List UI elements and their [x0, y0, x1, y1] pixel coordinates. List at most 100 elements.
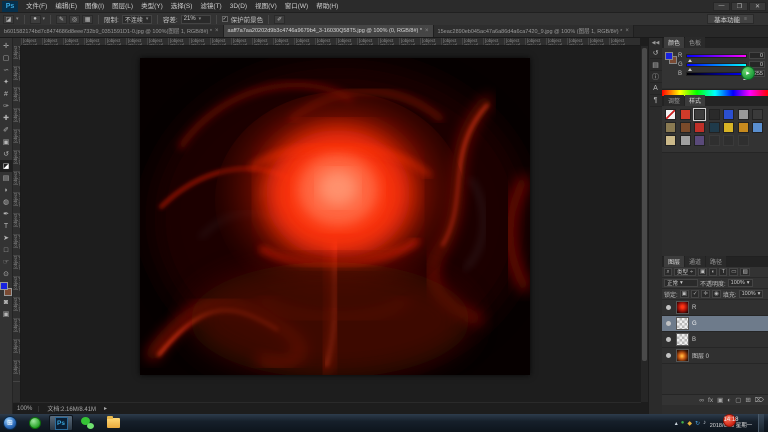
style-swatch[interactable]	[665, 135, 676, 146]
menu-item[interactable]: 3D(D)	[226, 0, 251, 13]
layer-effects-icon[interactable]: fx	[708, 397, 713, 404]
brush-tool[interactable]: ✐	[0, 124, 13, 136]
quick-selection-tool[interactable]: ✦	[0, 76, 13, 88]
menu-item[interactable]: 图像(I)	[81, 0, 108, 13]
style-swatch[interactable]	[708, 135, 720, 146]
new-layer-icon[interactable]: ⊞	[745, 396, 750, 404]
hand-tool[interactable]: ☞	[0, 256, 13, 268]
document-tab[interactable]: 15eac2890eb045ac47a6a86d4a6ca7420_9.jpg …	[433, 25, 634, 37]
close-icon[interactable]: ×	[625, 28, 629, 34]
taskbar-app-explorer[interactable]	[101, 415, 125, 431]
info-panel-icon[interactable]: ⓘ	[649, 71, 662, 83]
style-swatch[interactable]	[737, 135, 749, 146]
sampling-once-icon[interactable]: ◎	[69, 14, 81, 24]
clone-stamp-tool[interactable]: ▣	[0, 136, 13, 148]
properties-panel-icon[interactable]: ▤	[649, 59, 662, 71]
lock-pixels-icon[interactable]: ✓	[690, 290, 700, 298]
taskbar-app-wechat[interactable]	[75, 415, 99, 431]
protect-foreground-checkbox[interactable]: ✓	[221, 16, 228, 22]
sampling-continuous-icon[interactable]: ✎	[56, 14, 68, 24]
channel-slider[interactable]	[686, 53, 747, 62]
layer-mask-icon[interactable]: ▣	[717, 396, 723, 404]
tray-icon[interactable]: ▴	[675, 420, 678, 427]
tray-icon[interactable]: ●	[681, 420, 685, 426]
document-tab[interactable]: b601582174bd7c8474686d8eee732b9_0351591D…	[0, 25, 224, 37]
shape-tool[interactable]: □	[0, 244, 13, 256]
expand-panels-icon[interactable]: ◀◀	[652, 40, 660, 46]
menu-item[interactable]: 编辑(E)	[51, 0, 81, 13]
blur-tool[interactable]: ◗	[0, 184, 13, 196]
filter-kind-dropdown[interactable]: 类型 ÷	[674, 268, 697, 276]
fill-field[interactable]: 100% ▾	[738, 290, 764, 298]
paragraph-panel-icon[interactable]: ¶	[649, 95, 662, 107]
opacity-field[interactable]: 100% ▾	[727, 279, 753, 287]
status-options-arrow[interactable]: ▸	[104, 405, 107, 412]
style-swatch[interactable]	[679, 122, 691, 133]
taskbar-app-360[interactable]	[23, 415, 47, 431]
style-swatch[interactable]	[693, 108, 707, 121]
menu-item[interactable]: 帮助(H)	[312, 0, 342, 13]
canvas-image[interactable]	[140, 58, 533, 378]
adjustment-layer-icon[interactable]: ◐	[727, 397, 731, 404]
channel-slider[interactable]	[686, 71, 748, 80]
style-swatch[interactable]	[723, 135, 735, 146]
show-desktop-button[interactable]	[758, 414, 764, 432]
search-icon[interactable]: ⌕	[664, 268, 672, 276]
style-swatch[interactable]	[708, 122, 720, 133]
layer-visibility-icon[interactable]	[666, 321, 671, 326]
taskbar-clock[interactable]: 14:18 2018/6/18 星期一	[709, 413, 753, 430]
layer-thumbnail[interactable]	[676, 349, 689, 362]
menu-item[interactable]: 视图(V)	[251, 0, 281, 13]
panel-tab[interactable]: 色板	[685, 37, 706, 48]
menu-item[interactable]: 选择(S)	[167, 0, 197, 13]
move-tool[interactable]: ✛	[0, 40, 13, 52]
minimize-button[interactable]: —	[713, 1, 730, 11]
layer-name[interactable]: 图层 0	[692, 351, 709, 360]
tray-icon[interactable]: ♪	[703, 420, 706, 426]
scrollbar-thumb[interactable]	[642, 48, 647, 362]
history-brush-tool[interactable]: ↺	[0, 148, 13, 160]
taskbar-app-photoshop[interactable]: Ps	[49, 415, 73, 431]
menu-item[interactable]: 滤镜(T)	[196, 0, 225, 13]
healing-brush-tool[interactable]: ✚	[0, 112, 13, 124]
tool-preset-icon[interactable]: ◪	[3, 14, 14, 24]
slider-thumb-icon[interactable]	[688, 67, 693, 71]
layer-thumbnail[interactable]	[676, 317, 689, 330]
layer-thumbnail[interactable]	[676, 333, 689, 346]
vertical-scrollbar[interactable]	[641, 46, 648, 402]
brush-size-arrow[interactable]: ▾	[43, 16, 46, 22]
tolerance-dropdown[interactable]: 21% ▾	[180, 14, 211, 24]
zoom-tool[interactable]: ⊙	[0, 268, 13, 280]
style-swatch[interactable]	[723, 122, 735, 133]
layer-name[interactable]: B	[692, 337, 696, 343]
style-swatch[interactable]	[737, 122, 749, 133]
layer-name[interactable]: R	[692, 305, 696, 311]
close-icon[interactable]: ×	[425, 28, 429, 34]
document-tab[interactable]: aaff7a7aa20202d9b3c4746a9679b4_3-16030Q5…	[223, 25, 434, 37]
eyedropper-tool[interactable]: ✑	[0, 100, 13, 112]
sampling-background-icon[interactable]: ▦	[82, 14, 94, 24]
filter-pixel-icon[interactable]: ▣	[698, 268, 708, 276]
close-button[interactable]: ✕	[749, 1, 766, 11]
style-swatch[interactable]	[752, 122, 764, 133]
history-panel-icon[interactable]: ↺	[649, 47, 662, 59]
tool-preset-arrow[interactable]: ▾	[16, 16, 19, 22]
channel-slider[interactable]	[686, 62, 747, 71]
panel-tab[interactable]: 调整	[664, 95, 685, 106]
lock-transparency-icon[interactable]: ▣	[679, 290, 689, 298]
layer-row[interactable]: B	[662, 332, 768, 348]
crop-tool[interactable]: #	[0, 88, 13, 100]
eraser-tool[interactable]: ◪	[0, 160, 13, 172]
restore-button[interactable]: ❐	[731, 1, 748, 11]
foreground-color-swatch[interactable]	[0, 282, 8, 290]
workspace-switcher[interactable]: 基本功能 ≡	[707, 14, 754, 24]
panel-tab[interactable]: 样式	[685, 95, 706, 106]
menu-item[interactable]: 图层(L)	[108, 0, 137, 13]
layer-visibility-icon[interactable]	[666, 305, 671, 310]
style-swatch[interactable]	[679, 109, 691, 120]
lock-all-icon[interactable]: ◉	[712, 290, 721, 298]
brush-size-picker[interactable]: ●	[29, 14, 41, 24]
menu-item[interactable]: 文件(F)	[22, 0, 51, 13]
style-swatch[interactable]	[708, 109, 720, 120]
blend-mode-dropdown[interactable]: 正常 ▾	[664, 279, 698, 287]
